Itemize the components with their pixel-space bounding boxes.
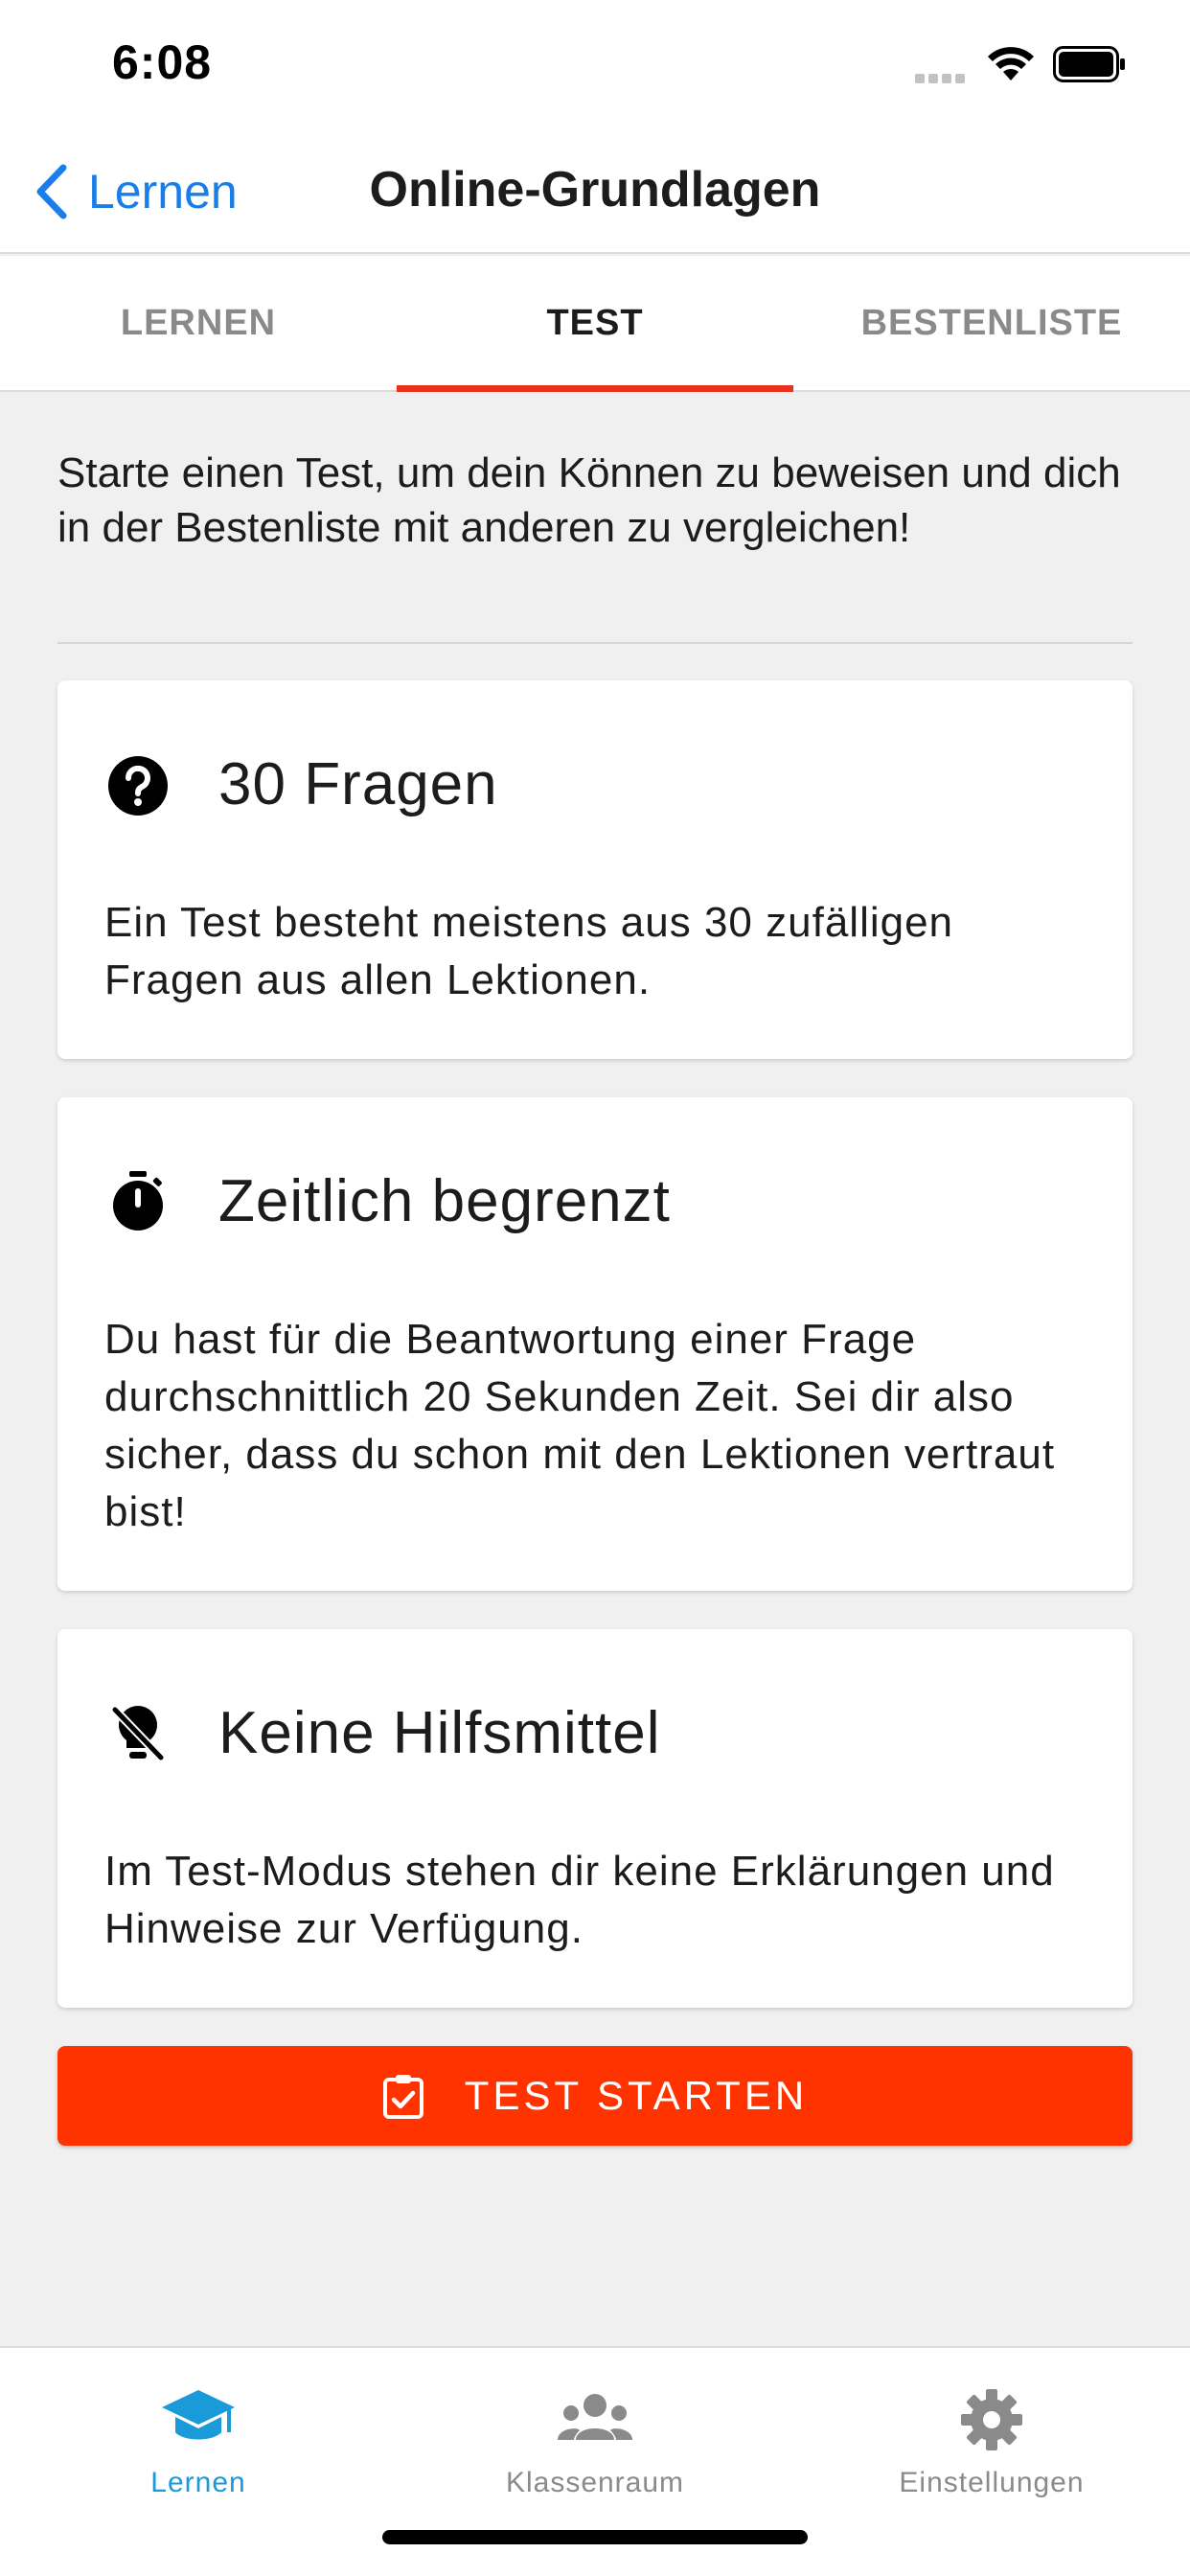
tab-test[interactable]: TEST [397,256,793,392]
segment-tabs: LERNEN TEST BESTENLISTE [0,256,1190,392]
help-circle-icon [108,756,168,816]
status-bar: 6:08 [0,0,1190,129]
clipboard-check-icon [382,2075,423,2119]
tab-bar-label: Klassenraum [505,2467,685,2498]
stopwatch-icon [113,1171,163,1230]
cellular-signal-icon [915,71,971,83]
tab-lernen[interactable]: LERNEN [0,256,397,390]
tab-bar-label: Lernen [150,2467,246,2498]
card-description: Ein Test besteht meistens aus 30 zufälli… [104,899,954,1003]
wifi-icon [988,47,1034,80]
info-card-questions: 30 Fragen Ein Test besteht meistens aus … [57,680,1133,1059]
page-title: Online-Grundlagen [369,162,821,218]
home-indicator [382,2530,808,2544]
tab-bar-klassenraum[interactable]: Klassenraum [397,2348,793,2530]
tab-bestenliste[interactable]: BESTENLISTE [793,256,1190,390]
status-time: 6:08 [112,35,213,89]
battery-icon [1053,46,1125,82]
divider [57,642,1133,644]
card-title: Keine Hilfsmittel [218,1700,661,1766]
card-title: 30 Fragen [218,751,498,817]
graduation-cap-icon [162,2390,235,2440]
start-test-label: TEST STARTEN [464,2073,809,2118]
tab-bar-einstellungen[interactable]: Einstellungen [793,2348,1190,2530]
info-card-no-help: Keine Hilfsmittel Im Test-Modus stehen d… [57,1629,1133,2008]
navigation-bar: Lernen Online-Grundlagen [0,129,1190,254]
group-icon [558,2394,632,2440]
tab-bar-label: Einstellungen [899,2467,1085,2498]
card-title: Zeitlich begrenzt [218,1168,671,1234]
gear-icon [961,2389,1022,2450]
start-test-button[interactable]: TEST STARTEN [57,2046,1133,2146]
card-description: Im Test-Modus stehen dir keine Erklärung… [104,1848,1055,1952]
card-description: Du hast für die Beantwortung einer Frage… [104,1316,1056,1535]
info-card-time-limit: Zeitlich begrenzt Du hast für die Beantw… [57,1097,1133,1591]
lightbulb-off-icon [111,1706,165,1761]
tab-bar-lernen[interactable]: Lernen [0,2348,397,2530]
screen: 6:08 Lernen Online-Grundlagen LERNEN TES… [0,0,1190,2576]
intro-text: Starte einen Test, um dein Können zu bew… [57,449,1121,551]
